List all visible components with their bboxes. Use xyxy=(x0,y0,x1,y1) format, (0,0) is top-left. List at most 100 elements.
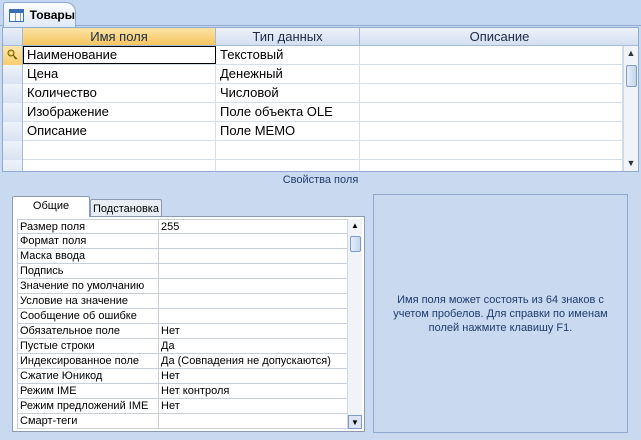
description-cell[interactable] xyxy=(360,65,623,83)
property-row[interactable]: Сообщение об ошибке xyxy=(17,309,348,324)
grid-vertical-scrollbar[interactable]: ▲ ▼ xyxy=(623,46,638,171)
property-row[interactable]: Подпись xyxy=(17,264,348,279)
field-name-cell[interactable]: Изображение xyxy=(23,103,216,121)
property-value[interactable] xyxy=(158,279,348,294)
scroll-down-arrow-icon[interactable]: ▼ xyxy=(624,156,638,171)
property-row[interactable]: Размер поля 255 xyxy=(17,219,348,234)
grid-corner[interactable] xyxy=(3,28,23,46)
field-name-cell[interactable] xyxy=(23,141,216,159)
field-name-cell[interactable]: Цена xyxy=(23,65,216,83)
table-row[interactable]: Количество Числовой xyxy=(3,84,623,103)
field-properties-pane: Размер поля 255 Формат поля Маска ввода Подп… xyxy=(12,216,365,432)
help-text-panel: Имя поля может состоять из 64 знаков с у… xyxy=(373,194,628,433)
row-selector[interactable] xyxy=(3,103,23,122)
row-selector[interactable] xyxy=(3,122,23,141)
property-value[interactable]: 255 xyxy=(158,219,348,234)
field-name-cell[interactable] xyxy=(23,160,216,171)
field-name-cell[interactable]: Количество xyxy=(23,84,216,102)
scroll-thumb[interactable] xyxy=(626,65,637,87)
grid-rows: Наименование Текстовый Цена Денежный Количес… xyxy=(3,46,623,171)
help-text: Имя поля может состоять из 64 знаков с у… xyxy=(393,293,608,334)
property-row[interactable]: Формат поля xyxy=(17,234,348,249)
property-value[interactable] xyxy=(158,414,348,429)
tab-general[interactable]: Общие xyxy=(12,196,90,217)
property-label: Смарт-теги xyxy=(17,414,158,429)
table-row[interactable]: Изображение Поле объекта OLE xyxy=(3,103,623,122)
property-label: Пустые строки xyxy=(17,339,158,354)
row-selector[interactable] xyxy=(3,46,23,65)
table-icon xyxy=(9,8,24,22)
property-label: Условие на значение xyxy=(17,294,158,309)
property-row[interactable]: Сжатие Юникод Нет xyxy=(17,369,348,384)
row-selector[interactable] xyxy=(3,84,23,103)
property-row[interactable]: Условие на значение xyxy=(17,294,348,309)
property-row[interactable]: Пустые строки Да xyxy=(17,339,348,354)
table-row[interactable]: Описание Поле MEMO xyxy=(3,122,623,141)
property-label: Индексированное поле xyxy=(17,354,158,369)
property-label: Сообщение об ошибке xyxy=(17,309,158,324)
properties-vertical-scrollbar[interactable]: ▲ ▼ xyxy=(347,219,362,429)
scroll-up-arrow-icon[interactable]: ▲ xyxy=(348,219,362,233)
scroll-thumb[interactable] xyxy=(350,236,361,252)
property-value[interactable] xyxy=(158,309,348,324)
field-properties-label: Свойства поля xyxy=(282,174,359,186)
property-value[interactable] xyxy=(158,249,348,264)
data-type-cell[interactable]: Денежный xyxy=(216,65,360,83)
data-type-cell[interactable] xyxy=(216,141,360,159)
property-label: Обязательное поле xyxy=(17,324,158,339)
property-value[interactable]: Да (Совпадения не допускаются) xyxy=(158,354,348,369)
data-type-cell[interactable]: Текстовый xyxy=(216,46,360,64)
property-value[interactable] xyxy=(158,294,348,309)
property-row[interactable]: Режим IME Нет контроля xyxy=(17,384,348,399)
document-tab-strip: Товары xyxy=(0,0,641,27)
row-selector[interactable] xyxy=(3,141,23,160)
field-name-cell[interactable]: Наименование xyxy=(23,46,216,64)
property-row[interactable]: Обязательное поле Нет xyxy=(17,324,348,339)
property-label: Маска ввода xyxy=(17,249,158,264)
property-value[interactable]: Нет контроля xyxy=(158,384,348,399)
description-cell[interactable] xyxy=(360,103,623,121)
column-header-data-type[interactable]: Тип данных xyxy=(216,28,360,46)
property-label: Значение по умолчанию xyxy=(17,279,158,294)
property-row[interactable]: Смарт-теги xyxy=(17,414,348,429)
scroll-up-arrow-icon[interactable]: ▲ xyxy=(624,46,638,61)
table-row[interactable]: Цена Денежный xyxy=(3,65,623,84)
table-row[interactable]: Наименование Текстовый xyxy=(3,46,623,65)
property-row[interactable]: Маска ввода xyxy=(17,249,348,264)
property-value[interactable]: Да xyxy=(158,339,348,354)
data-type-cell[interactable]: Поле MEMO xyxy=(216,122,360,140)
field-design-grid: Имя поля Тип данных Описание Наименовани… xyxy=(2,27,639,172)
property-value[interactable]: Нет xyxy=(158,369,348,384)
description-cell[interactable] xyxy=(360,46,623,64)
document-tab[interactable]: Товары xyxy=(3,2,76,27)
table-row[interactable] xyxy=(3,141,623,160)
description-cell[interactable] xyxy=(360,141,623,159)
description-cell[interactable] xyxy=(360,84,623,102)
description-cell[interactable] xyxy=(360,160,623,171)
property-value[interactable]: Нет xyxy=(158,324,348,339)
column-header-description[interactable]: Описание xyxy=(360,28,638,46)
document-tab-title: Товары xyxy=(29,8,75,22)
property-value[interactable] xyxy=(158,264,348,279)
scroll-down-arrow-icon[interactable]: ▼ xyxy=(348,415,362,429)
property-label: Режим предложений IME xyxy=(17,399,158,414)
row-selector[interactable] xyxy=(3,160,23,171)
property-label: Формат поля xyxy=(17,234,158,249)
property-label: Режим IME xyxy=(17,384,158,399)
property-row[interactable]: Индексированное поле Да (Совпадения не до… xyxy=(17,354,348,369)
field-name-cell[interactable]: Описание xyxy=(23,122,216,140)
property-value[interactable]: Нет xyxy=(158,399,348,414)
data-type-cell[interactable]: Поле объекта OLE xyxy=(216,103,360,121)
table-row[interactable] xyxy=(3,160,623,171)
property-row[interactable]: Режим предложений IME Нет xyxy=(17,399,348,414)
data-type-cell[interactable]: Числовой xyxy=(216,84,360,102)
column-header-field-name[interactable]: Имя поля xyxy=(23,28,216,46)
property-label: Сжатие Юникод xyxy=(17,369,158,384)
description-cell[interactable] xyxy=(360,122,623,140)
primary-key-icon xyxy=(7,49,18,60)
property-row[interactable]: Значение по умолчанию xyxy=(17,279,348,294)
grid-header: Имя поля Тип данных Описание xyxy=(3,28,638,46)
row-selector[interactable] xyxy=(3,65,23,84)
data-type-cell[interactable] xyxy=(216,160,360,171)
property-value[interactable] xyxy=(158,234,348,249)
